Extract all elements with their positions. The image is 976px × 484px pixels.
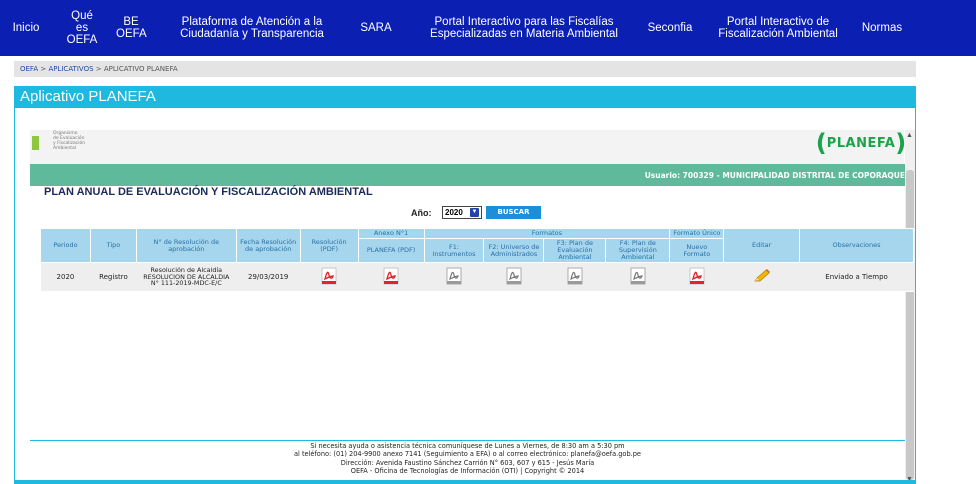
vertical-scrollbar[interactable]: ▲ ▼ (905, 130, 915, 484)
pdf-file-icon[interactable] (689, 267, 705, 285)
header-formato-unico: Formato Único (669, 228, 725, 239)
nav-item-sara[interactable]: SARA (356, 22, 396, 34)
nav-item-plataforma-atencion[interactable]: Plataforma de Atención a la Ciudadanía y… (162, 16, 342, 40)
breadcrumb-link-aplicativos[interactable]: APLICATIVOS (48, 65, 93, 73)
breadcrumb-link-oefa[interactable]: OEFA (20, 65, 38, 73)
nav-item-que-es-oefa[interactable]: Qué es OEFA (64, 10, 100, 46)
header-observaciones: Observaciones (799, 228, 914, 263)
page-footer: Si necesita ayuda o asistencia técnica c… (30, 442, 905, 476)
header-formatos: Formatos (423, 228, 671, 239)
cell-tipo: Registro (90, 262, 137, 292)
planefa-logo: ( PLANEFA ) (815, 126, 907, 160)
header-periodo: Periodo (40, 228, 91, 263)
header-f3: F3: Plan de Evaluación Ambiental (543, 238, 607, 263)
table-row: 2020 Registro Resolución de Alcaldía RES… (40, 262, 914, 292)
user-info-bar: Usuario: 700329 - MUNICIPALIDAD DISTRITA… (30, 164, 905, 186)
header-resolucion-pdf: Resolución (PDF) (299, 228, 359, 263)
top-navigation: Inicio Qué es OEFA BE OEFA Plataforma de… (0, 0, 976, 56)
planefa-logo-text: PLANEFA (826, 135, 896, 151)
cell-planefa-pdf (358, 262, 425, 292)
cell-f4 (605, 262, 670, 292)
cell-periodo: 2020 (40, 262, 91, 292)
breadcrumb-separator: > (40, 65, 47, 73)
year-label: Año: (411, 208, 432, 218)
cell-editar (723, 262, 800, 292)
header-editar: Editar (723, 228, 801, 263)
header-nuevo-formato: Nuevo Formato (669, 238, 725, 263)
document-icon[interactable] (567, 267, 583, 285)
oefa-org-name: Organismo de Evaluación y Fiscalización … (53, 131, 86, 151)
logo-banner (30, 130, 904, 164)
oefa-logo-mark (32, 136, 39, 150)
cell-f3 (543, 262, 606, 292)
footer-contact-text: al teléfono: (01) 204-9900 anexo 7141 (S… (293, 450, 641, 459)
header-resolucion-numero: N° de Resolución de aprobación (135, 228, 237, 263)
breadcrumb-separator: > (95, 65, 102, 73)
page-title: Aplicativo PLANEFA (14, 86, 916, 108)
cell-fecha: 29/03/2019 (236, 262, 301, 292)
scroll-up-icon[interactable]: ▲ (906, 132, 913, 139)
nav-item-portal-fiscalizacion[interactable]: Portal Interactivo de Fiscalización Ambi… (710, 16, 846, 40)
chevron-down-icon: ▼ (470, 208, 479, 217)
cell-resolucion: Resolución de Alcaldía RESOLUCION DE ALC… (136, 262, 237, 292)
bottom-accent-bar (14, 480, 916, 484)
search-button[interactable]: BUSCAR (486, 206, 541, 219)
nav-item-normas[interactable]: Normas (854, 22, 910, 34)
header-planefa-pdf: PLANEFA (PDF) (357, 238, 425, 263)
planefa-table: Periodo Tipo N° de Resolución de aprobac… (40, 228, 914, 292)
document-icon[interactable] (506, 267, 522, 285)
footer-divider (30, 440, 905, 441)
nav-item-seconfia[interactable]: Seconfia (644, 22, 696, 34)
nav-item-portal-fiscalias[interactable]: Portal Interactivo para las Fiscalías Es… (418, 16, 630, 40)
pdf-file-icon[interactable] (383, 267, 399, 285)
year-select-value: 2020 (445, 208, 463, 217)
year-select[interactable]: 2020 ▼ (442, 206, 482, 219)
cell-observaciones: Enviado a Tiempo (799, 262, 914, 292)
breadcrumb: OEFA > APLICATIVOS > APLICATIVO PLANEFA (14, 61, 916, 77)
document-icon[interactable] (630, 267, 646, 285)
year-filter: Año: 2020 ▼ BUSCAR (0, 206, 976, 220)
footer-address-text: Dirección: Avenida Faustino Sánchez Carr… (340, 458, 595, 467)
pdf-file-icon[interactable] (321, 267, 337, 285)
cell-f1 (424, 262, 484, 292)
header-fecha: Fecha Resolución de aprobación (235, 228, 301, 263)
cell-resolucion-pdf (300, 262, 359, 292)
document-icon[interactable] (446, 267, 462, 285)
header-f2: F2: Universo de Administrados (483, 238, 545, 263)
pencil-icon[interactable] (753, 269, 771, 285)
breadcrumb-current: APLICATIVO PLANEFA (103, 65, 178, 73)
header-f1: F1: Instrumentos (423, 238, 485, 263)
header-f4: F4: Plan de Supervisión Ambiental (605, 238, 671, 263)
cell-f2 (483, 262, 544, 292)
plan-title: PLAN ANUAL DE EVALUACIÓN Y FISCALIZACIÓN… (44, 186, 373, 198)
logo-left-brace-icon: ( (815, 129, 827, 157)
cell-nuevo-formato (669, 262, 724, 292)
header-tipo: Tipo (89, 228, 137, 263)
nav-item-be-oefa[interactable]: BE OEFA (114, 16, 148, 40)
header-anexo: Anexo N°1 (357, 228, 425, 239)
footer-help-text: Si necesita ayuda o asistencia técnica c… (310, 442, 625, 450)
nav-item-inicio[interactable]: Inicio (10, 22, 42, 34)
footer-copyright-text: OEFA - Oficina de Tecnologías de Informa… (350, 467, 585, 476)
